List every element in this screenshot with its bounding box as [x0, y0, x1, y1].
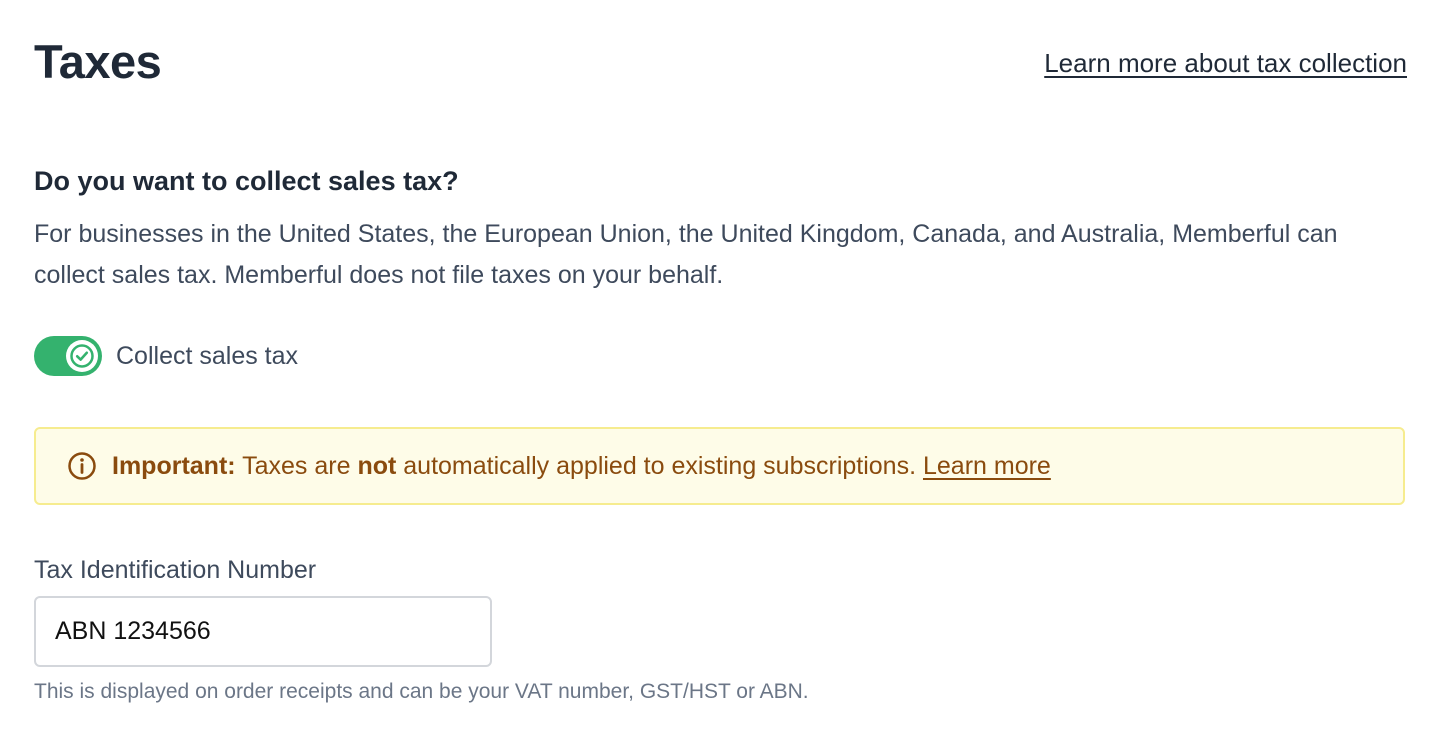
collect-sales-tax-label[interactable]: Collect sales tax: [116, 339, 298, 373]
tax-id-input[interactable]: [34, 596, 492, 667]
collect-sales-tax-toggle[interactable]: [34, 336, 102, 376]
notice-text: Important: Taxes are not automatically a…: [112, 449, 1051, 483]
important-notice: Important: Taxes are not automatically a…: [34, 427, 1405, 505]
info-circle-icon: [67, 451, 97, 481]
notice-text-after: automatically applied to existing subscr…: [396, 452, 923, 480]
section-description: For businesses in the United States, the…: [34, 220, 1338, 289]
collect-sales-tax-row: Collect sales tax: [34, 335, 298, 377]
notice-learn-more-link[interactable]: Learn more: [923, 452, 1051, 480]
check-icon: [70, 344, 94, 368]
learn-more-tax-collection-link[interactable]: Learn more about tax collection: [1044, 46, 1407, 80]
section-heading: Do you want to collect sales tax?: [34, 166, 459, 196]
toggle-knob: [66, 340, 98, 372]
taxes-settings-page: Taxes Learn more about tax collection Do…: [0, 0, 1440, 740]
page-title: Taxes: [34, 35, 162, 88]
notice-strong-prefix: Important:: [112, 452, 236, 480]
notice-text-before: Taxes are: [235, 452, 358, 480]
notice-emphasis: not: [357, 452, 397, 480]
tax-id-label: Tax Identification Number: [34, 556, 317, 584]
tax-id-hint: This is displayed on order receipts and …: [34, 680, 809, 703]
